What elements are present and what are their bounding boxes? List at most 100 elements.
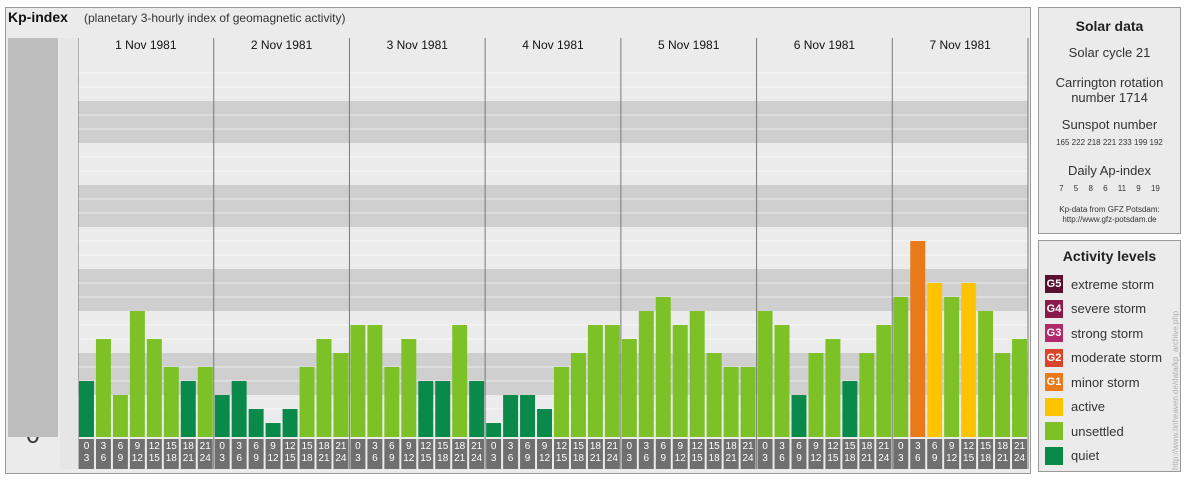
kp-bar (876, 324, 892, 437)
kp-bar (231, 381, 247, 437)
kp-bar (197, 366, 213, 437)
kp-bar (112, 395, 128, 437)
hour-range-label: 21 24 (471, 441, 483, 464)
hour-range-label: 18 21 (725, 441, 737, 464)
activity-level-item: G2 moderate storm (1045, 348, 1162, 368)
solar-cycle: Solar cycle 21 (1068, 45, 1151, 60)
kp-bar (927, 282, 943, 437)
hour-range-label: 15 18 (572, 441, 584, 464)
hour-range-label: 36 (372, 441, 378, 464)
kp-bar (587, 324, 603, 437)
hour-range-label: 36 (643, 441, 650, 464)
hour-range-label: 69 (796, 441, 802, 464)
hour-range-label: 03 (897, 441, 904, 464)
kp-bar (689, 311, 705, 437)
day-label: 6 Nov 1981 (793, 38, 856, 52)
kp-bar (333, 353, 349, 437)
kp-bar (570, 353, 586, 437)
kp-bar (655, 297, 671, 437)
kp-band-5 (78, 185, 1028, 227)
kp-bar (214, 395, 230, 437)
hour-range-label: 03 (762, 441, 768, 464)
hour-range-label: 12 15 (963, 441, 975, 464)
hour-range-label: 12 15 (827, 441, 839, 464)
kp-bar (621, 339, 637, 437)
kp-bar (554, 366, 569, 437)
solar-data-title: Solar data (1075, 18, 1144, 34)
activity-level-item: G3 strong storm (1045, 323, 1143, 343)
source-credit[interactable]: http://www.tinheaven.de/data/kp_archive.… (1171, 311, 1180, 470)
kp-bar (961, 282, 977, 437)
ap-values: 7 5 8 6 11 9 19 (1059, 184, 1160, 193)
level-swatch (1045, 446, 1063, 465)
kp-bar (842, 381, 858, 437)
hour-range-label: 69 (117, 441, 124, 464)
hour-range-label: 9 12 (810, 441, 822, 464)
level-swatch: G5 (1045, 275, 1063, 293)
carrington-line2: number 1714 (1071, 90, 1148, 105)
hour-range-label: 12 15 (691, 441, 703, 464)
kp-bar (367, 324, 383, 437)
hour-range-label: 12 15 (148, 441, 160, 464)
hour-range-label: 9 12 (674, 441, 686, 464)
level-label: moderate storm (1071, 350, 1163, 365)
kp-bar (859, 353, 875, 437)
sunspot-label: Sunspot number (1061, 117, 1158, 132)
kp-bar (503, 395, 519, 437)
kp-bar (604, 324, 620, 437)
sunspot-values: 165 222 218 221 233 199 192 (1056, 138, 1163, 147)
level-label: minor storm (1071, 374, 1140, 390)
hour-range-label: 03 (219, 441, 225, 464)
kp-bar (893, 297, 909, 437)
hour-range-label: 36 (507, 441, 514, 464)
activity-level-item: quiet (1045, 446, 1099, 466)
kp-bar (537, 408, 552, 437)
kp-bar (299, 366, 315, 437)
quarter-mark-strip (60, 38, 78, 469)
hour-range-label: 12 15 (555, 441, 568, 464)
level-swatch (1045, 422, 1063, 440)
hour-range-label: 15 18 (437, 441, 449, 464)
day-label: 5 Nov 1981 (658, 38, 720, 52)
kp-band-6 (78, 143, 1028, 185)
hour-range-label: 9 12 (267, 441, 279, 464)
hour-range-label: 15 18 (708, 441, 720, 464)
kp-bar (740, 366, 756, 437)
kp-bar (418, 381, 434, 437)
level-label: strong storm (1071, 325, 1144, 341)
kp-bar (486, 423, 502, 437)
kp-bar (384, 366, 400, 437)
kp-bar (638, 311, 654, 437)
kp-bar (146, 339, 162, 437)
kp-bar (95, 339, 111, 437)
kp-bar (791, 395, 807, 437)
level-label: quiet (1071, 448, 1100, 463)
kp-bar (79, 381, 94, 437)
activity-level-item: G1 minor storm (1045, 372, 1140, 392)
kp-bar (825, 339, 841, 437)
hour-range-label: 03 (490, 441, 497, 464)
source-line2[interactable]: http://www.gfz-potsdam.de (1039, 215, 1180, 225)
activity-level-item: G4 severe storm (1045, 299, 1146, 319)
kp-bar-chart (8, 38, 1029, 469)
hour-range-label: 12 15 (420, 441, 432, 464)
hour-range-label: 15 18 (844, 441, 856, 464)
hour-range-label: 03 (355, 441, 361, 464)
kp-bar (723, 366, 739, 437)
kp-bar (672, 324, 688, 437)
kp-bar (774, 324, 790, 437)
kp-bar (808, 353, 824, 437)
kp-bar (350, 324, 366, 437)
kp-bar (316, 339, 332, 437)
kp-bar (163, 366, 179, 437)
hour-range-label: 69 (524, 441, 531, 464)
hour-range-label: 18 21 (454, 441, 466, 464)
activity-level-item: G5 extreme storm (1045, 274, 1154, 294)
hour-range-label: 15 18 (165, 441, 177, 464)
hour-range-label: 18 21 (996, 441, 1009, 464)
y-axis-strip (8, 38, 58, 437)
hour-range-label: 03 (83, 441, 90, 464)
level-label: active (1071, 399, 1105, 414)
hour-range-label: 9 12 (403, 441, 415, 464)
hour-range-label: 69 (389, 441, 395, 464)
